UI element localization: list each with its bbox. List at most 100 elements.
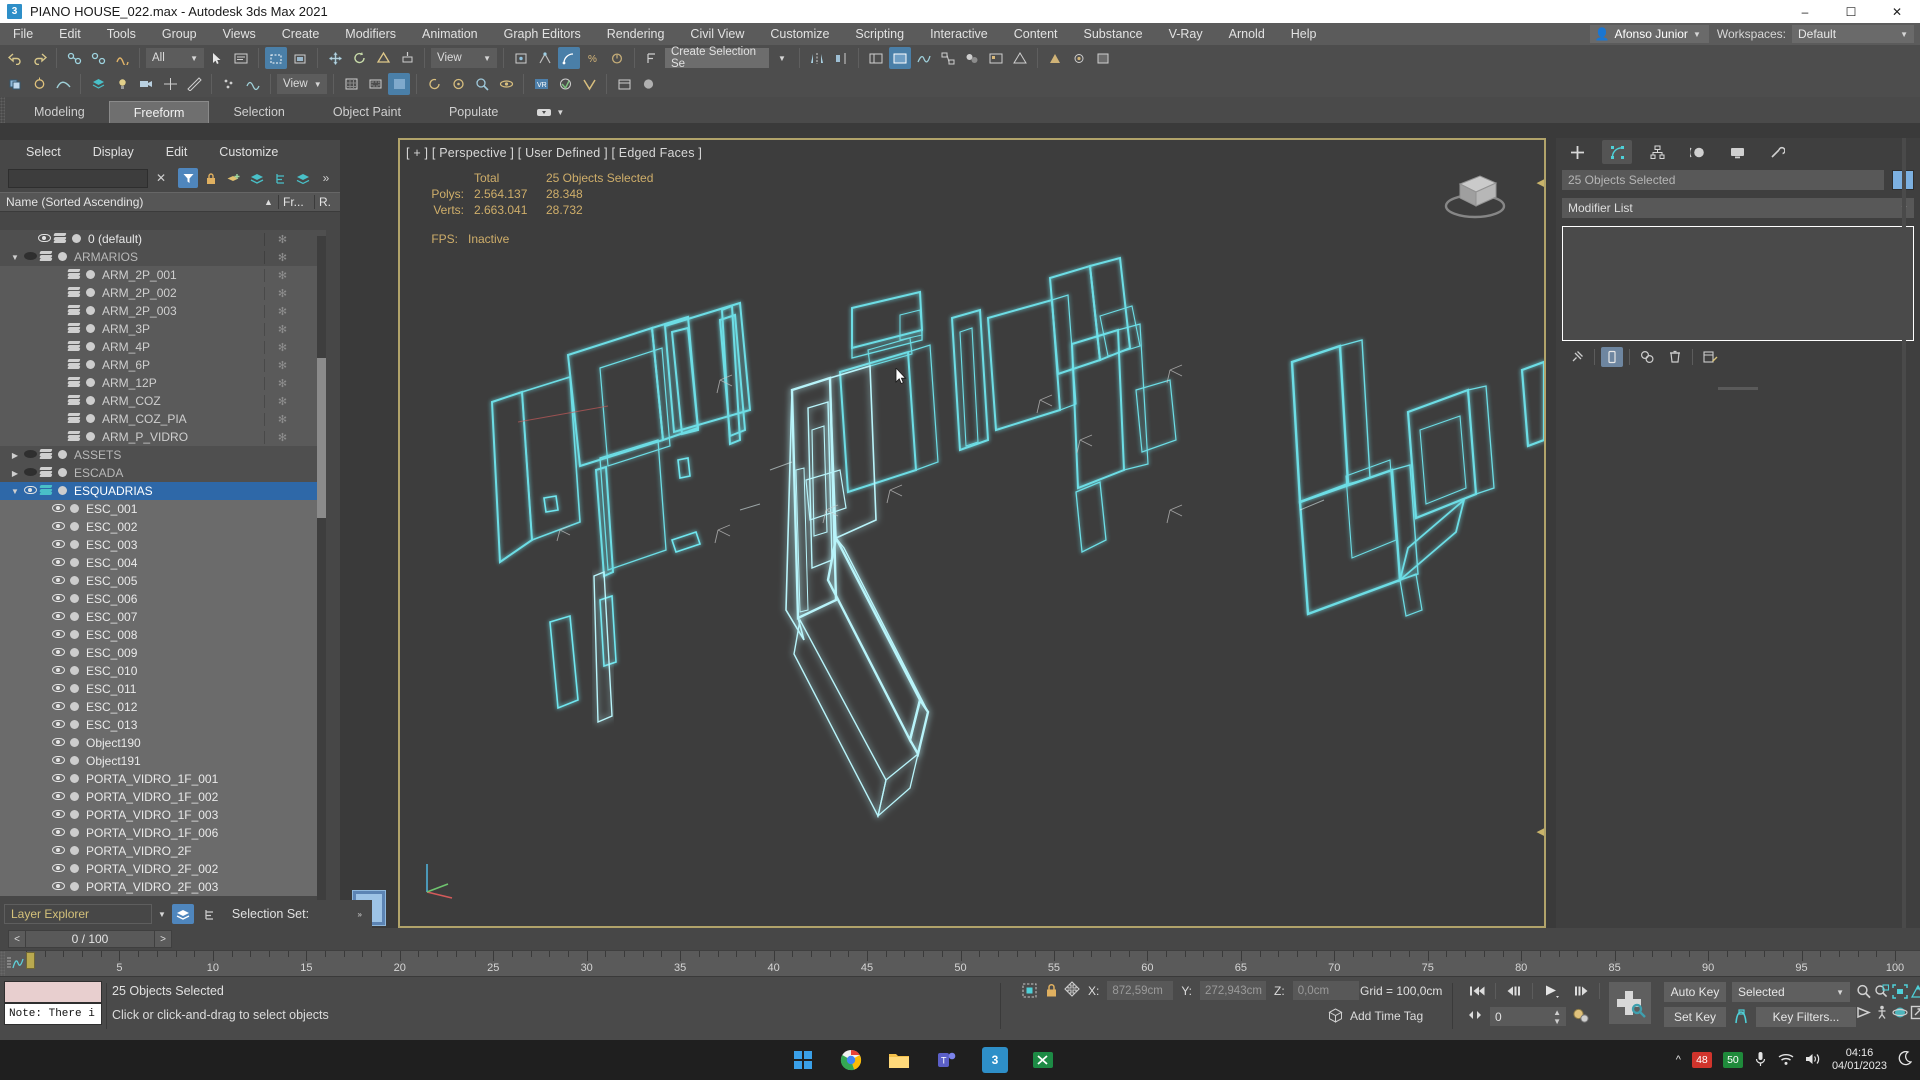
explorer-scroll-thumb[interactable] (317, 358, 326, 518)
pin-stack-icon[interactable] (1566, 347, 1588, 367)
display-tab[interactable] (1722, 140, 1752, 164)
modify-tab[interactable] (1602, 140, 1632, 164)
render-production-icon[interactable] (1044, 47, 1066, 69)
explorer-menu-customize[interactable]: Customize (203, 145, 294, 159)
set-key-big-button[interactable] (1608, 981, 1652, 1025)
layer-stack-icon[interactable] (66, 430, 82, 444)
frozen-cell[interactable]: ✻ (264, 394, 300, 408)
undo-icon[interactable] (4, 47, 26, 69)
select-by-name-icon[interactable] (230, 47, 252, 69)
explorer-menu-display[interactable]: Display (77, 145, 150, 159)
eye-open-icon[interactable] (50, 539, 66, 551)
eye-open-icon[interactable] (50, 863, 66, 875)
expander-icon[interactable]: ▶ (8, 469, 22, 478)
zoom-extents-icon[interactable] (1892, 981, 1908, 1002)
menu-item-views[interactable]: Views (210, 23, 269, 45)
menu-item-civil-view[interactable]: Civil View (677, 23, 757, 45)
explorer-row[interactable]: ▶ ESCADA (0, 464, 326, 482)
menu-item-arnold[interactable]: Arnold (1216, 23, 1278, 45)
render-iterative-icon[interactable] (1068, 47, 1090, 69)
spline-edit-icon[interactable] (52, 73, 74, 95)
viewport-label[interactable]: [ + ] [ Perspective ] [ User Defined ] [… (406, 146, 702, 160)
show-end-result-icon[interactable] (1601, 347, 1623, 367)
explorer-row[interactable]: PORTA_VIDRO_2F_002 (0, 860, 326, 878)
named-selection-dropdown-icon[interactable]: ▼ (771, 47, 793, 69)
z-field[interactable]: 0,0cm (1292, 981, 1359, 1000)
minimize-button[interactable]: – (1782, 0, 1828, 23)
explorer-row[interactable]: ARM_COZ ✻ (0, 392, 326, 410)
time-configuration-icon[interactable] (1572, 1008, 1589, 1026)
microphone-icon[interactable] (1754, 1051, 1767, 1070)
explorer-row[interactable]: ARM_2P_002 ✻ (0, 284, 326, 302)
orbit-icon[interactable] (1892, 1002, 1908, 1023)
expander-icon[interactable]: ▼ (8, 487, 22, 496)
ribbon-tab-object-paint[interactable]: Object Paint (309, 101, 425, 123)
explorer-row[interactable]: ESC_002 (0, 518, 326, 536)
chevron-down-icon[interactable]: ▼ (158, 910, 166, 919)
column-render[interactable]: R. (314, 195, 340, 209)
explorer-row[interactable]: ESC_012 (0, 698, 326, 716)
transform-center-icon[interactable] (1064, 981, 1080, 1000)
frozen-cell[interactable]: ✻ (264, 286, 300, 300)
object-dot-icon[interactable] (82, 340, 98, 354)
percent-snap-toggle-icon[interactable]: % (582, 47, 604, 69)
eye-open-icon[interactable] (50, 683, 66, 695)
layer-stack-icon[interactable] (52, 232, 68, 246)
previous-frame-button[interactable] (1502, 981, 1526, 1001)
menu-item-v-ray[interactable]: V-Ray (1156, 23, 1216, 45)
bind-to-space-warp-icon[interactable] (111, 47, 133, 69)
explorer-row[interactable]: Object191 (0, 752, 326, 770)
maximize-button[interactable]: ☐ (1828, 0, 1874, 23)
eye-open-icon[interactable] (50, 593, 66, 605)
eye-open-icon[interactable] (50, 521, 66, 533)
mirror-icon[interactable] (806, 47, 828, 69)
space-warps-icon[interactable] (242, 73, 264, 95)
eye-open-icon[interactable] (36, 233, 52, 245)
go-to-start-button[interactable] (1465, 981, 1489, 1001)
frozen-cell[interactable]: ✻ (264, 304, 300, 318)
ribbon-tab-populate[interactable]: Populate (425, 101, 522, 123)
explorer-row[interactable]: ESC_007 (0, 608, 326, 626)
reference-coordinate-system-combo[interactable]: View ▼ (431, 48, 497, 68)
orbit-selection-icon[interactable] (495, 73, 517, 95)
menu-item-customize[interactable]: Customize (757, 23, 842, 45)
clear-search-icon[interactable]: ✕ (152, 168, 170, 188)
zoom-icon[interactable] (1856, 981, 1872, 1002)
wifi-icon[interactable] (1778, 1052, 1794, 1069)
lock-selection-icon[interactable] (1045, 983, 1058, 1001)
eye-open-icon[interactable] (50, 809, 66, 821)
ribbon-tab-selection[interactable]: Selection (209, 101, 308, 123)
play-animation-button[interactable] (1539, 981, 1563, 1001)
redo-icon[interactable] (28, 47, 50, 69)
menu-item-modifiers[interactable]: Modifiers (332, 23, 409, 45)
eye-open-icon[interactable] (50, 647, 66, 659)
utilities-tab[interactable] (1762, 140, 1792, 164)
viewport-config-combo[interactable]: View ▼ (277, 74, 327, 94)
frozen-cell[interactable]: ✻ (264, 232, 300, 246)
menu-item-edit[interactable]: Edit (46, 23, 94, 45)
walkthrough-icon[interactable] (1874, 1002, 1890, 1023)
select-and-scale-icon[interactable] (372, 47, 394, 69)
explorer-menu-select[interactable]: Select (10, 145, 77, 159)
overflow-chevron-icon[interactable]: » (358, 910, 362, 919)
eye-open-icon[interactable] (50, 629, 66, 641)
eye-open-icon[interactable] (50, 611, 66, 623)
toggle-layer-explorer-icon[interactable] (889, 47, 911, 69)
spinner-snap-toggle-icon[interactable] (606, 47, 628, 69)
object-dot-icon[interactable] (82, 412, 98, 426)
absolute-relative-toggle-icon[interactable] (1022, 983, 1037, 1001)
menu-item-rendering[interactable]: Rendering (594, 23, 678, 45)
maxscript-listener-note[interactable]: Note: There i (4, 1003, 102, 1025)
select-and-place-icon[interactable] (396, 47, 418, 69)
menu-item-substance[interactable]: Substance (1071, 23, 1156, 45)
explorer-row[interactable]: PORTA_VIDRO_1F_003 (0, 806, 326, 824)
object-dot-icon[interactable] (66, 646, 82, 660)
eye-open-icon[interactable] (50, 719, 66, 731)
column-frozen[interactable]: Fr... (278, 195, 314, 209)
excel-icon[interactable] (1030, 1047, 1056, 1073)
ribbon-options-dropdown[interactable]: ▼ (536, 101, 564, 123)
layer-stack-icon[interactable] (38, 250, 54, 264)
add-layer-icon[interactable] (224, 168, 244, 188)
layer-stack-icon[interactable] (66, 412, 82, 426)
explorer-row[interactable]: ▶ ASSETS (0, 446, 326, 464)
